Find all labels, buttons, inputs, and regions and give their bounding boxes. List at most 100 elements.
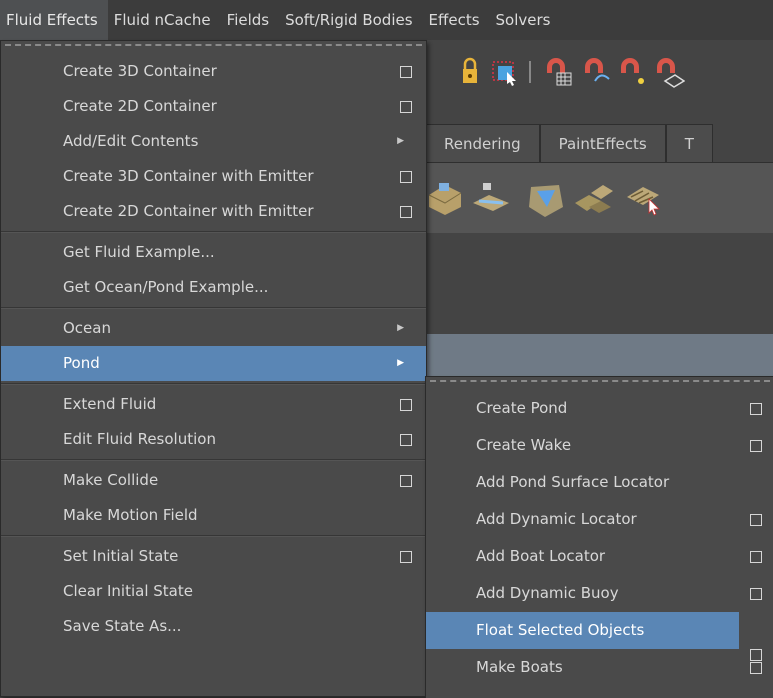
- menu-item-clear-initial-state[interactable]: Clear Initial State: [1, 574, 426, 609]
- menu-solvers[interactable]: Solvers: [490, 0, 561, 40]
- option-box-icon[interactable]: [750, 513, 762, 526]
- menu-divider: [1, 307, 426, 309]
- option-box-icon[interactable]: [400, 550, 412, 563]
- menu-item-pond[interactable]: Pond ▶: [1, 346, 426, 381]
- toolbar-divider-icon: [529, 61, 531, 83]
- menu-fields[interactable]: Fields: [221, 0, 279, 40]
- menu-item-label: Save State As...: [63, 617, 182, 635]
- menu-item-create-2d-container[interactable]: Create 2D Container: [1, 89, 426, 124]
- menu-item-set-initial-state[interactable]: Set Initial State: [1, 539, 426, 574]
- menu-divider: [1, 535, 426, 537]
- menu-item-label: Add Dynamic Locator: [476, 510, 637, 528]
- menu-item-label: Make Motion Field: [63, 506, 198, 524]
- menu-effects[interactable]: Effects: [423, 0, 490, 40]
- menu-item-label: Make Boats: [476, 658, 563, 676]
- menu-item-label: Clear Initial State: [63, 582, 193, 600]
- menu-item-create-3d-container[interactable]: Create 3D Container: [1, 54, 426, 89]
- menu-item-ocean[interactable]: Ocean ▶: [1, 311, 426, 346]
- menu-item-label: Pond: [63, 354, 100, 372]
- submenu-item-add-dynamic-locator[interactable]: Add Dynamic Locator: [426, 501, 773, 538]
- menu-item-get-fluid-example[interactable]: Get Fluid Example...: [1, 235, 426, 270]
- magnet-curve-icon[interactable]: [583, 55, 613, 89]
- submenu-item-float-selected-objects[interactable]: Float Selected Objects: [426, 612, 739, 649]
- option-box-icon[interactable]: [750, 587, 762, 600]
- submenu-item-create-wake[interactable]: Create Wake: [426, 427, 773, 464]
- option-box-icon[interactable]: [400, 170, 412, 183]
- menu-fluid-ncache[interactable]: Fluid nCache: [108, 0, 221, 40]
- magnet-point-icon[interactable]: [619, 55, 649, 89]
- option-box-icon[interactable]: [400, 398, 412, 411]
- create-3d-container-icon[interactable]: [423, 173, 467, 221]
- menu-item-label: Create 2D Container: [63, 97, 217, 115]
- option-box-icon[interactable]: [750, 439, 762, 452]
- menu-divider: [1, 231, 426, 233]
- option-box-icon[interactable]: [750, 550, 762, 563]
- tab-painteffects[interactable]: PaintEffects: [539, 124, 666, 162]
- magnet-surface-icon[interactable]: [655, 55, 685, 89]
- menu-item-make-collide[interactable]: Make Collide: [1, 463, 426, 498]
- menu-item-label: Get Fluid Example...: [63, 243, 215, 261]
- submenu-item-make-boats[interactable]: Make Boats: [426, 649, 773, 686]
- menu-item-label: Add Pond Surface Locator: [476, 473, 670, 491]
- menu-item-label: Create Pond: [476, 399, 568, 417]
- highlighted-panel-band: [425, 334, 773, 378]
- option-box-icon[interactable]: [400, 100, 412, 113]
- fluids-shelf: [425, 162, 773, 233]
- create-2d-container-icon[interactable]: [469, 173, 513, 221]
- option-box-icon[interactable]: [400, 65, 412, 78]
- pond-icon[interactable]: [571, 173, 615, 221]
- menubar: Fluid Effects Fluid nCache Fields Soft/R…: [0, 0, 773, 40]
- submenu-tearoff[interactable]: [430, 380, 770, 390]
- option-box-icon[interactable]: [750, 402, 762, 415]
- tab-rendering[interactable]: Rendering: [425, 124, 540, 162]
- menu-item-label: Create Wake: [476, 436, 572, 454]
- menu-tearoff[interactable]: [5, 44, 422, 54]
- option-box-icon[interactable]: [400, 205, 412, 218]
- menu-item-create-3d-container-with-emitter[interactable]: Create 3D Container with Emitter: [1, 159, 426, 194]
- menu-divider: [1, 383, 426, 385]
- submenu-arrow-icon: ▶: [397, 136, 404, 146]
- submenu-item-create-pond[interactable]: Create Pond: [426, 390, 773, 427]
- pond-submenu: Create Pond Create Wake Add Pond Surface…: [425, 376, 773, 698]
- menu-item-label: Create 3D Container: [63, 62, 217, 80]
- menu-divider: [1, 459, 426, 461]
- option-box-icon[interactable]: [400, 433, 412, 446]
- menu-item-label: Ocean: [63, 319, 111, 337]
- menu-item-get-ocean-pond-example[interactable]: Get Ocean/Pond Example...: [1, 270, 426, 305]
- fluid-effects-menu: Create 3D Container Create 2D Container …: [0, 40, 427, 697]
- float-objects-icon[interactable]: [621, 173, 665, 221]
- menu-item-label: Add Dynamic Buoy: [476, 584, 619, 602]
- menu-item-label: Make Collide: [63, 471, 159, 489]
- menu-item-label: Extend Fluid: [63, 395, 157, 413]
- tab-toon[interactable]: T: [665, 124, 713, 162]
- menu-item-label: Get Ocean/Pond Example...: [63, 278, 269, 296]
- menu-item-create-2d-container-with-emitter[interactable]: Create 2D Container with Emitter: [1, 194, 426, 229]
- menu-fluid-effects[interactable]: Fluid Effects: [0, 0, 108, 40]
- option-box-icon[interactable]: [750, 661, 762, 674]
- menu-item-extend-fluid[interactable]: Extend Fluid: [1, 387, 426, 422]
- option-box-icon[interactable]: [400, 474, 412, 487]
- magnet-grid-icon[interactable]: [543, 55, 573, 89]
- menu-item-label: Create 2D Container with Emitter: [63, 202, 314, 220]
- menu-soft-rigid-bodies[interactable]: Soft/Rigid Bodies: [279, 0, 422, 40]
- menu-item-label: Add Boat Locator: [476, 547, 606, 565]
- menu-item-add-edit-contents[interactable]: Add/Edit Contents ▶: [1, 124, 426, 159]
- select-by-component-icon[interactable]: [489, 55, 519, 89]
- submenu-arrow-icon: ▶: [397, 323, 404, 333]
- shelf-tabs: Rendering PaintEffects T: [425, 124, 713, 162]
- submenu-item-add-dynamic-buoy[interactable]: Add Dynamic Buoy: [426, 575, 773, 612]
- submenu-item-add-pond-surface-locator[interactable]: Add Pond Surface Locator: [426, 464, 773, 501]
- menu-item-label: Edit Fluid Resolution: [63, 430, 216, 448]
- submenu-arrow-icon: ▶: [397, 358, 404, 368]
- menu-item-label: Create 3D Container with Emitter: [63, 167, 314, 185]
- menu-item-edit-fluid-resolution[interactable]: Edit Fluid Resolution: [1, 422, 426, 457]
- menu-item-label: Set Initial State: [63, 547, 179, 565]
- submenu-item-add-boat-locator[interactable]: Add Boat Locator: [426, 538, 773, 575]
- menu-item-save-state-as[interactable]: Save State As...: [1, 609, 426, 644]
- status-toolbar: [425, 41, 773, 109]
- ocean-icon[interactable]: [523, 173, 567, 221]
- menu-item-label: Float Selected Objects: [476, 621, 645, 639]
- menu-item-label: Add/Edit Contents: [63, 132, 199, 150]
- lock-icon[interactable]: [455, 55, 485, 89]
- menu-item-make-motion-field[interactable]: Make Motion Field: [1, 498, 426, 533]
